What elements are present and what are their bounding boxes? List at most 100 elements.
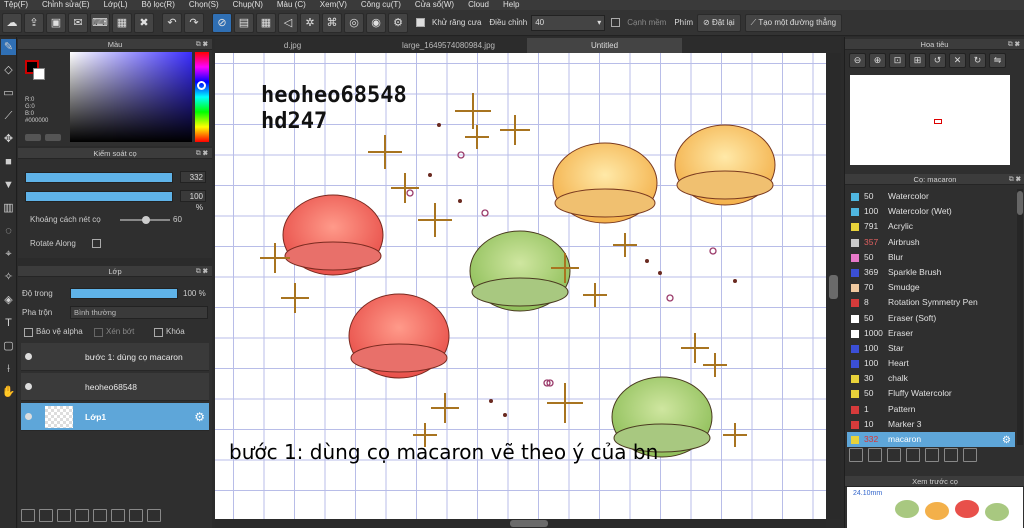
menu-file[interactable]: Tệp(F) — [4, 0, 28, 10]
menu-color[interactable]: Màu (C) — [277, 0, 306, 10]
brush-item[interactable]: 357 Airbrush — [847, 235, 1015, 250]
cloud-icon[interactable]: ☁ — [2, 12, 22, 33]
navigator-preview[interactable] — [850, 75, 1010, 165]
bucket-icon[interactable]: ▼ — [1, 177, 16, 193]
visibility-eye-icon[interactable] — [25, 413, 32, 420]
grid-view-icon[interactable]: ▦ — [112, 12, 132, 33]
lock-checkbox[interactable] — [154, 328, 163, 337]
menu-view[interactable]: Xem(V) — [320, 0, 347, 10]
rotate-right-icon[interactable]: ↻ — [969, 53, 986, 68]
brush-item[interactable]: 100 Watercolor (Wet) — [847, 204, 1015, 219]
antialias-checkbox[interactable] — [416, 18, 425, 27]
comment-icon[interactable]: ✉ — [68, 12, 88, 33]
layer-item[interactable]: heoheo68548 — [21, 373, 209, 401]
menu-tools[interactable]: Công cụ(T) — [361, 0, 401, 10]
brush-item[interactable]: 1000 Eraser — [847, 326, 1015, 341]
saturation-value-picker[interactable] — [70, 52, 192, 142]
brush-item-selected[interactable]: 332 macaron ⚙ — [847, 432, 1015, 448]
snap-parallel-icon[interactable]: ▤ — [234, 12, 254, 33]
undo-icon[interactable]: ↶ — [162, 12, 182, 33]
hue-slider[interactable] — [195, 52, 209, 142]
snap-cross-icon[interactable]: ▦ — [256, 12, 276, 33]
tab-d-jpg[interactable]: d.jpg — [215, 38, 370, 53]
protect-alpha-checkbox[interactable] — [24, 328, 33, 337]
horizontal-scroll-thumb[interactable] — [510, 520, 548, 527]
vertical-scrollbar[interactable] — [826, 53, 841, 519]
delete-layer-icon[interactable] — [147, 509, 161, 522]
flip-icon[interactable]: ⇋ — [989, 53, 1006, 68]
zoom-in-icon[interactable]: ⊕ — [869, 53, 886, 68]
new-halftone-layer-icon[interactable] — [39, 509, 53, 522]
spacing-knob[interactable] — [142, 216, 150, 224]
layer-settings-icon[interactable]: ⚙ — [194, 410, 205, 424]
delete-icon[interactable]: ✖ — [134, 12, 154, 33]
hue-marker[interactable] — [197, 81, 206, 90]
move-icon[interactable]: ✥ — [1, 131, 16, 147]
visibility-eye-icon[interactable] — [25, 383, 32, 390]
folder-icon[interactable] — [93, 509, 107, 522]
brush-item[interactable]: 369 Sparkle Brush — [847, 265, 1015, 280]
hand-icon[interactable]: ✋ — [1, 384, 16, 400]
fit-icon[interactable]: ⊡ — [889, 53, 906, 68]
merge-icon[interactable] — [129, 509, 143, 522]
brush-item[interactable]: 100 Heart — [847, 356, 1015, 371]
snap-circle-icon[interactable]: ◎ — [344, 12, 364, 33]
brush-duplicate-icon[interactable] — [944, 448, 958, 462]
eyedropper-icon[interactable]: ⟊ — [1, 361, 16, 377]
panel-menu-icon[interactable]: ⧉ ✖ — [196, 266, 208, 277]
keyboard-icon[interactable]: ⌨ — [90, 12, 110, 33]
lasso-icon[interactable]: ◌ — [1, 223, 16, 239]
eraser-icon[interactable]: ◇ — [1, 62, 16, 78]
brush-list-scrollbar[interactable] — [1017, 189, 1023, 445]
zoom-out-icon[interactable]: ⊖ — [849, 53, 866, 68]
panel-menu-icon[interactable]: ⧉ ✖ — [1009, 174, 1021, 185]
brush-icon[interactable]: ⟋ — [1, 108, 16, 124]
add-brush-icon[interactable] — [887, 448, 901, 462]
layer-opacity-bar[interactable] — [70, 288, 178, 299]
layer-item-selected[interactable]: Lớp1 ⚙ — [21, 403, 209, 431]
visibility-eye-icon[interactable] — [25, 353, 32, 360]
brush-item[interactable]: 50 Eraser (Soft) — [847, 311, 1015, 326]
brush-list-scroll-thumb[interactable] — [1017, 191, 1023, 215]
gradient-icon[interactable]: ▥ — [1, 200, 16, 216]
brush-item[interactable]: 791 Acrylic — [847, 219, 1015, 234]
menu-select[interactable]: Chọn(S) — [189, 0, 219, 10]
tab-large-jpg[interactable]: large_1649574080984.jpg — [371, 38, 526, 53]
menu-layer[interactable]: Lớp(L) — [104, 0, 128, 10]
brush-opacity-value[interactable]: 100 % — [180, 190, 206, 212]
brush-size-value[interactable]: 332 — [180, 171, 206, 183]
color-mode-a[interactable] — [25, 134, 41, 141]
snap-radial-icon[interactable]: ✲ — [300, 12, 320, 33]
menu-capture[interactable]: Chụp(N) — [233, 0, 263, 10]
frame-icon[interactable]: ▢ — [1, 338, 16, 354]
reset-view-icon[interactable]: ✕ — [949, 53, 966, 68]
brush-import-icon[interactable] — [925, 448, 939, 462]
rect-select-icon[interactable]: ▭ — [1, 85, 16, 101]
snap-off-icon[interactable]: ⊘ — [212, 12, 232, 33]
brush-item[interactable]: 50 Blur — [847, 250, 1015, 265]
sharpen-checkbox[interactable] — [611, 18, 621, 27]
new-brush-icon[interactable] — [868, 448, 882, 462]
import-icon[interactable] — [75, 509, 89, 522]
pen-icon[interactable]: ✎ — [1, 39, 16, 55]
blend-select[interactable]: Bình thường — [70, 306, 208, 319]
snap-ellipse-icon[interactable]: ◉ — [366, 12, 386, 33]
snap-vanish-icon[interactable]: ◁ — [278, 12, 298, 33]
color-mode-b[interactable] — [45, 134, 61, 141]
straight-line-button[interactable]: ⟋ Tạo một đường thẳng — [744, 13, 843, 32]
brush-item[interactable]: 100 Star — [847, 341, 1015, 356]
panel-menu-icon[interactable]: ⧉ ✖ — [196, 148, 208, 159]
magic-wand-icon[interactable]: ✧ — [1, 269, 16, 285]
drawing-canvas[interactable]: heoheo68548 hd247 bước 1: dùng cọ macaro… — [215, 53, 826, 519]
actual-size-icon[interactable]: ⊞ — [909, 53, 926, 68]
redo-icon[interactable]: ↷ — [184, 12, 204, 33]
select-pen-icon[interactable]: ⌖ — [1, 246, 16, 262]
background-color-swatch[interactable] — [33, 68, 45, 80]
adjust-select[interactable]: 40 — [531, 14, 606, 31]
layer-item[interactable]: bước 1: dùng cọ macaron — [21, 343, 209, 371]
select-eraser-icon[interactable]: ◈ — [1, 292, 16, 308]
reset-button[interactable]: ⊘ Đặt lại — [697, 13, 741, 32]
rotate-left-icon[interactable]: ↺ — [929, 53, 946, 68]
menu-cloud[interactable]: Cloud — [468, 0, 489, 10]
clip-checkbox[interactable] — [94, 328, 103, 337]
